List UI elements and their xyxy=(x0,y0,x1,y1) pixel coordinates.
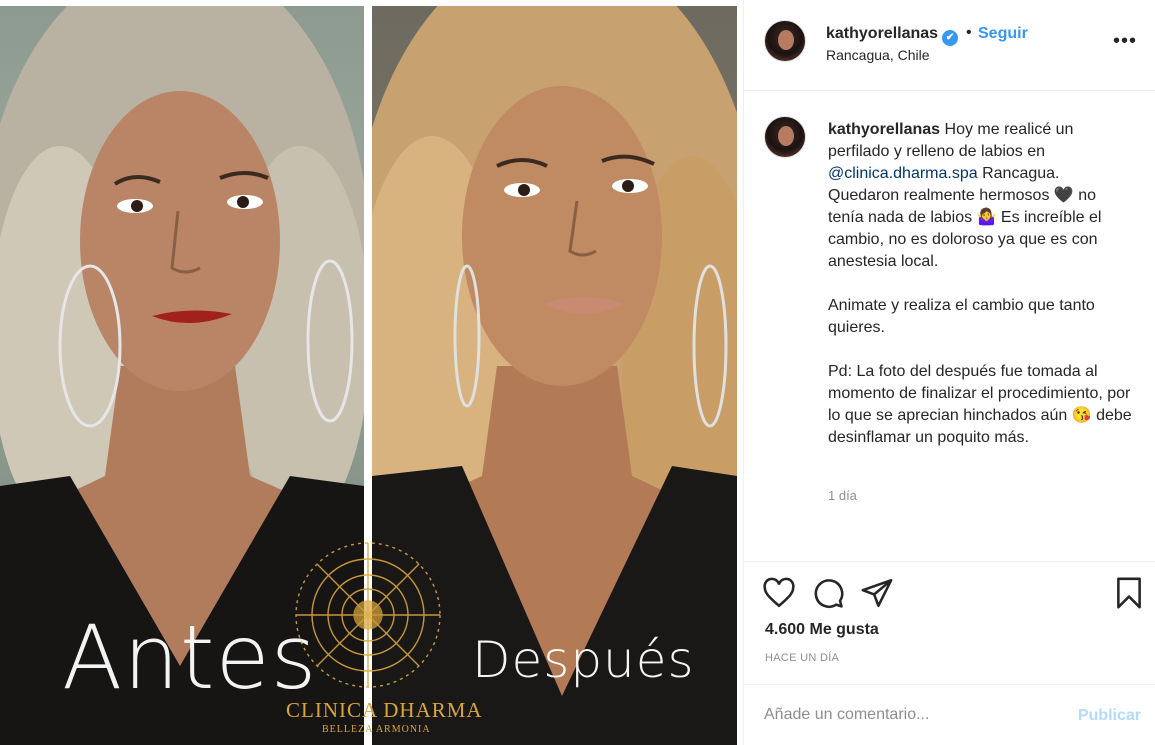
after-label: Después xyxy=(472,631,695,689)
more-options-icon[interactable]: ••• xyxy=(1113,30,1137,53)
follow-button[interactable]: Seguir xyxy=(978,25,1028,43)
caption-avatar[interactable] xyxy=(764,116,806,158)
caption-timestamp[interactable]: 1 día xyxy=(828,488,857,503)
caption-paragraph-3: Pd: La foto del después fue tomada al mo… xyxy=(828,363,1132,446)
separator-dot: • xyxy=(966,24,972,41)
verified-badge-icon: ✔ xyxy=(942,30,959,46)
location-link[interactable]: Rancagua, Chile xyxy=(826,47,930,63)
before-label: Antes xyxy=(62,606,318,709)
avatar[interactable] xyxy=(764,20,806,62)
clinic-brand-name: CLINICA DHARMA xyxy=(286,698,483,722)
share-icon[interactable] xyxy=(860,576,894,610)
caption-mention-link[interactable]: @clinica.dharma.spa xyxy=(828,165,978,182)
heart-icon[interactable] xyxy=(762,576,796,610)
comment-icon[interactable] xyxy=(811,576,845,610)
caption-text: kathyorellanas Hoy me realicé un perfila… xyxy=(828,119,1134,471)
add-comment-bar: Publicar xyxy=(744,684,1155,745)
username-text: kathyorellanas xyxy=(826,25,939,42)
likes-count[interactable]: 4.600 Me gusta xyxy=(765,621,879,639)
action-bar xyxy=(744,572,1155,616)
comment-input[interactable] xyxy=(764,701,1064,729)
bookmark-icon[interactable] xyxy=(1112,576,1146,610)
post-header: kathyorellanas ✔ • Seguir Rancagua, Chile… xyxy=(744,0,1155,91)
post-side-panel: kathyorellanas ✔ • Seguir Rancagua, Chile… xyxy=(743,0,1155,745)
comments-section: kathyorellanas Hoy me realicé un perfila… xyxy=(744,92,1155,562)
post-date: HACE UN DÍA xyxy=(765,652,840,664)
username-link[interactable]: kathyorellanas ✔ xyxy=(826,25,959,46)
publish-button[interactable]: Publicar xyxy=(1078,707,1141,725)
clinic-logo-mandala xyxy=(295,542,441,688)
clinic-brand-tagline: BELLEZA ARMONIA xyxy=(322,724,431,735)
caption-paragraph-2: Animate y realiza el cambio que tanto qu… xyxy=(828,297,1095,336)
post-media[interactable]: Antes Después CLINICA DHARMA BELLEZA ARM… xyxy=(0,0,743,745)
caption-username[interactable]: kathyorellanas xyxy=(828,121,940,138)
